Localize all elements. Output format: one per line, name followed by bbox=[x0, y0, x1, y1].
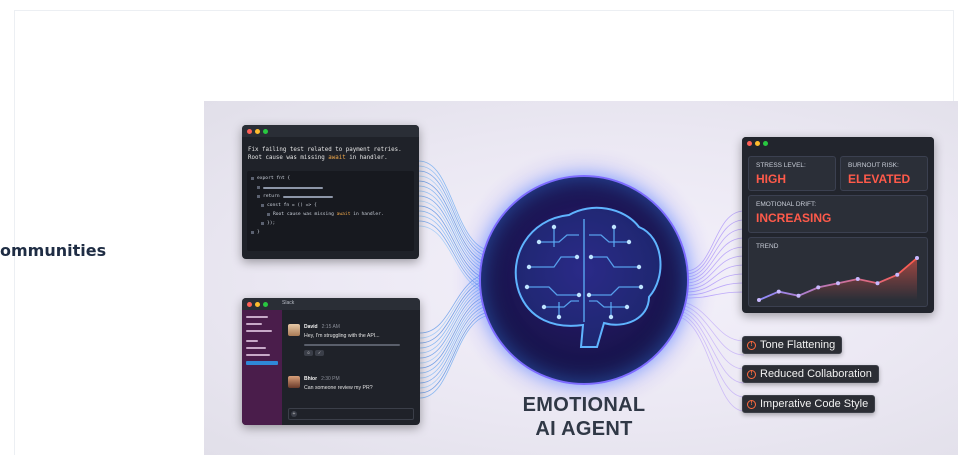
maximize-dot-icon bbox=[763, 140, 768, 146]
window-controls bbox=[242, 125, 419, 137]
circuit-node bbox=[588, 254, 594, 260]
circuit-node bbox=[586, 292, 592, 298]
circuit-node bbox=[541, 304, 547, 310]
badge-text: Imperative Code Style bbox=[760, 398, 869, 410]
circuit-node bbox=[638, 284, 644, 290]
communities-heading: ommunities bbox=[0, 241, 107, 260]
burnout-risk-card: BURNOUT RISK: ELEVATED bbox=[840, 156, 928, 191]
warning-icon: ! bbox=[747, 369, 756, 379]
code-block: export fnt { return const fn = () => { R… bbox=[247, 171, 414, 251]
close-dot-icon bbox=[247, 128, 252, 134]
burnout-risk-value: ELEVATED bbox=[848, 172, 911, 186]
badge-reduced-collaboration: ! Reduced Collaboration bbox=[742, 365, 879, 383]
avatar bbox=[288, 376, 300, 388]
message-author: David 2:15 AM bbox=[304, 324, 340, 330]
code-line: Root cause was missing await in handler. bbox=[273, 212, 384, 217]
message-reactions: ☺ ✓ bbox=[304, 350, 324, 356]
circuit-node bbox=[574, 254, 580, 260]
circuit-node bbox=[556, 314, 562, 320]
maximize-dot-icon bbox=[263, 301, 268, 307]
window-controls bbox=[742, 137, 934, 149]
circuit-node bbox=[526, 264, 532, 270]
close-dot-icon bbox=[247, 301, 252, 307]
warning-icon: ! bbox=[747, 399, 756, 409]
maximize-dot-icon bbox=[263, 128, 268, 134]
burnout-risk-label: BURNOUT RISK: bbox=[848, 162, 899, 169]
code-line: return bbox=[263, 194, 280, 199]
code-line: const fn = () => { bbox=[267, 203, 317, 208]
trend-card: TREND bbox=[748, 237, 928, 307]
trend-chart bbox=[757, 256, 919, 302]
agent-title: EMOTIONAL AI AGENT bbox=[479, 393, 689, 441]
trend-point bbox=[836, 281, 840, 286]
brain-circuit-icon bbox=[514, 206, 662, 348]
emotion-dashboard-window: STRESS LEVEL: HIGH BURNOUT RISK: ELEVATE… bbox=[742, 137, 934, 313]
emotional-ai-illustration: Fix failing test related to payment retr… bbox=[204, 101, 958, 455]
badge-text: Tone Flattening bbox=[760, 339, 836, 351]
circuit-node bbox=[636, 264, 642, 270]
stress-level-value: HIGH bbox=[756, 172, 786, 186]
close-dot-icon bbox=[747, 140, 752, 146]
trend-point bbox=[895, 272, 900, 277]
commit-line-2: Root cause was missing bbox=[248, 155, 329, 161]
slack-title: Slack bbox=[282, 300, 295, 306]
trend-point bbox=[776, 289, 781, 294]
slack-window: Slack David 2:15 AM Hey, I'm struggling w… bbox=[242, 298, 420, 425]
circuit-node bbox=[536, 239, 542, 245]
badge-imperative-code-style: ! Imperative Code Style bbox=[742, 395, 876, 413]
minimize-dot-icon bbox=[255, 301, 260, 307]
circuit-node bbox=[608, 314, 614, 320]
emotional-drift-label: EMOTIONAL DRIFT: bbox=[756, 201, 817, 208]
code-line: }); bbox=[267, 221, 276, 226]
plus-icon: + bbox=[291, 411, 297, 417]
ai-brain bbox=[449, 145, 719, 415]
trend-point bbox=[875, 281, 880, 286]
commit-highlight: await bbox=[328, 155, 346, 161]
stress-level-label: STRESS LEVEL: bbox=[756, 162, 806, 169]
code-line: } bbox=[257, 230, 260, 235]
minimize-dot-icon bbox=[755, 140, 760, 146]
emotional-drift-value: INCREASING bbox=[756, 211, 832, 225]
agent-title-line-2: AI AGENT bbox=[535, 418, 633, 440]
circuit-node bbox=[576, 292, 582, 298]
window-controls bbox=[242, 298, 420, 310]
circuit-node bbox=[551, 224, 557, 230]
agent-title-line-1: EMOTIONAL bbox=[522, 394, 646, 416]
warning-icon: ! bbox=[747, 340, 756, 350]
minimize-dot-icon bbox=[255, 128, 260, 134]
trend-point bbox=[757, 298, 761, 302]
brain-outline bbox=[514, 206, 662, 348]
message-composer: + bbox=[288, 408, 414, 420]
trend-point bbox=[915, 256, 919, 260]
message-author: Bhior 2:30 PM bbox=[304, 376, 340, 382]
code-editor-window: Fix failing test related to payment retr… bbox=[242, 125, 419, 259]
badge-text: Reduced Collaboration bbox=[760, 368, 872, 380]
circuit-node bbox=[524, 284, 530, 290]
commit-line-2-end: in handler. bbox=[345, 155, 388, 161]
reaction-icon: ✓ bbox=[315, 350, 324, 356]
commit-line-1: Fix failing test related to payment retr… bbox=[248, 147, 402, 153]
trend-point bbox=[816, 285, 821, 290]
message-text: Hey, I'm struggling with the API... bbox=[304, 333, 380, 339]
trend-point bbox=[855, 277, 860, 281]
emotional-drift-card: EMOTIONAL DRIFT: INCREASING bbox=[748, 195, 928, 233]
avatar bbox=[288, 324, 300, 336]
circuit-node bbox=[611, 224, 617, 230]
trend-point bbox=[796, 293, 801, 298]
reaction-icon: ☺ bbox=[304, 350, 313, 356]
circuit-node bbox=[624, 304, 630, 310]
slack-sidebar bbox=[242, 310, 282, 425]
stress-level-card: STRESS LEVEL: HIGH bbox=[748, 156, 836, 191]
circuit-node bbox=[626, 239, 632, 245]
trend-area bbox=[759, 258, 917, 300]
message-text: Can someone review my PR? bbox=[304, 385, 373, 391]
commit-message: Fix failing test related to payment retr… bbox=[242, 137, 419, 166]
code-line: export fnt { bbox=[257, 176, 291, 181]
badge-tone-flattening: ! Tone Flattening bbox=[742, 336, 843, 354]
